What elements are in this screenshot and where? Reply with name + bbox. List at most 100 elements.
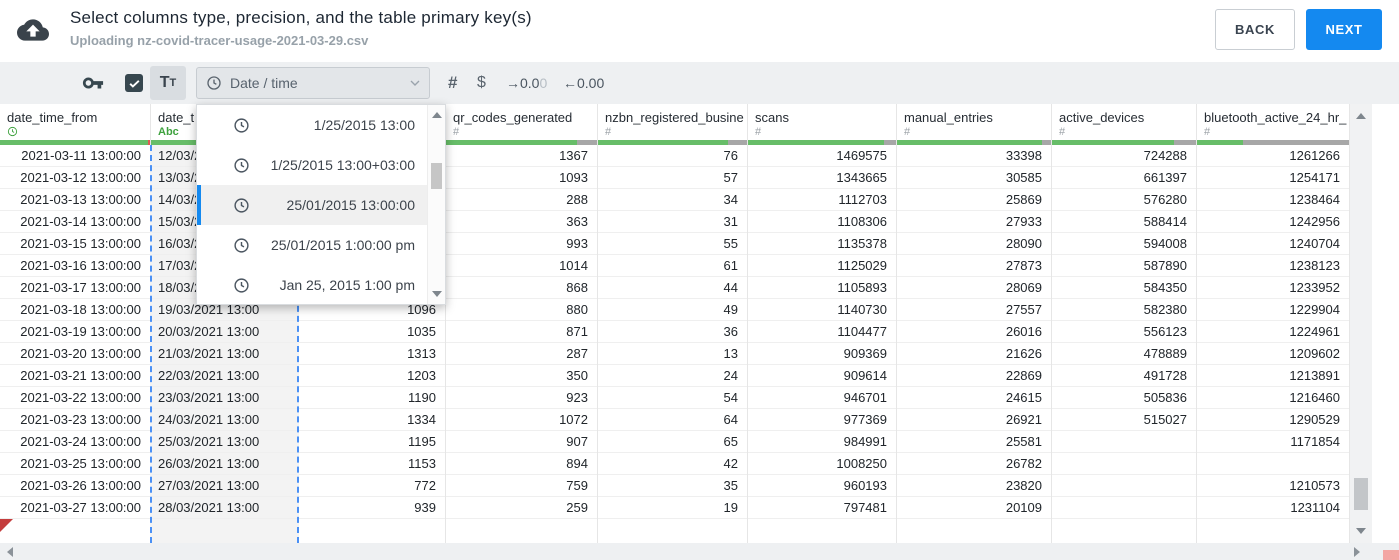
column-header[interactable]: nzbn_registered_busine #	[598, 104, 747, 140]
cell[interactable]: 984991	[748, 431, 896, 453]
column-header[interactable]: active_devices #	[1052, 104, 1196, 140]
cell[interactable]: 27873	[897, 255, 1051, 277]
cell[interactable]: 1261266	[1197, 145, 1349, 167]
next-button[interactable]: NEXT	[1306, 9, 1382, 50]
cell[interactable]	[299, 519, 445, 543]
cell[interactable]: 27557	[897, 299, 1051, 321]
cell[interactable]: 20/03/2021 13:00	[152, 321, 297, 343]
cell[interactable]: 1209602	[1197, 343, 1349, 365]
dropdown-option[interactable]: Jan 25, 2015 1:00 pm	[197, 265, 445, 305]
cell[interactable]	[1197, 453, 1349, 475]
cell[interactable]: 759	[446, 475, 597, 497]
cell[interactable]: 28/03/2021 13:00	[152, 497, 297, 519]
cell[interactable]: 1254171	[1197, 167, 1349, 189]
cell[interactable]: 24615	[897, 387, 1051, 409]
cell[interactable]	[748, 519, 896, 543]
cell[interactable]: 1290529	[1197, 409, 1349, 431]
cell[interactable]: 27/03/2021 13:00	[152, 475, 297, 497]
cell[interactable]: 1242956	[1197, 211, 1349, 233]
cell[interactable]: 287	[446, 343, 597, 365]
cell[interactable]: 57	[598, 167, 747, 189]
cell[interactable]	[1052, 453, 1196, 475]
cell[interactable]: 55	[598, 233, 747, 255]
cell[interactable]: 491728	[1052, 365, 1196, 387]
dropdown-scrollbar-thumb[interactable]	[431, 163, 442, 189]
currency-type-icon[interactable]: $	[477, 62, 486, 104]
cell[interactable]: 1238123	[1197, 255, 1349, 277]
cell[interactable]: 960193	[748, 475, 896, 497]
number-type-icon[interactable]: #	[448, 62, 457, 104]
cell[interactable]: 2021-03-11 13:00:00	[0, 145, 150, 167]
cell[interactable]: 26016	[897, 321, 1051, 343]
cell[interactable]: 22869	[897, 365, 1051, 387]
cell[interactable]	[446, 519, 597, 543]
cell[interactable]	[1052, 475, 1196, 497]
cell[interactable]: 1334	[299, 409, 445, 431]
cell[interactable]: 24	[598, 365, 747, 387]
cell[interactable]: 363	[446, 211, 597, 233]
column-manual_entries[interactable]: manual_entries #33398 30585 25869 27933 28090…	[897, 104, 1052, 543]
dropdown-scrollbar[interactable]	[427, 105, 445, 304]
cell[interactable]: 576280	[1052, 189, 1196, 211]
cell[interactable]: 25869	[897, 189, 1051, 211]
cell[interactable]: 1343665	[748, 167, 896, 189]
cell[interactable]: 65	[598, 431, 747, 453]
cell[interactable]: 772	[299, 475, 445, 497]
cell[interactable]: 2021-03-20 13:00:00	[0, 343, 150, 365]
cell[interactable]: 1072	[446, 409, 597, 431]
cell[interactable]: 505836	[1052, 387, 1196, 409]
dropdown-option[interactable]: 1/25/2015 13:00	[197, 105, 445, 145]
vertical-scrollbar[interactable]	[1350, 104, 1372, 543]
type-dropdown-button[interactable]: Date / time	[196, 67, 430, 99]
cell[interactable]: 1035	[299, 321, 445, 343]
cell[interactable]: 1203	[299, 365, 445, 387]
cell[interactable]: 2021-03-26 13:00:00	[0, 475, 150, 497]
cell[interactable]: 1229904	[1197, 299, 1349, 321]
cell[interactable]	[0, 519, 150, 543]
cell[interactable]: 582380	[1052, 299, 1196, 321]
cell[interactable]: 35	[598, 475, 747, 497]
cell[interactable]: 26782	[897, 453, 1051, 475]
cell[interactable]: 1233952	[1197, 277, 1349, 299]
cell[interactable]: 1469575	[748, 145, 896, 167]
cell[interactable]: 1313	[299, 343, 445, 365]
cell[interactable]: 588414	[1052, 211, 1196, 233]
cell[interactable]: 259	[446, 497, 597, 519]
cell[interactable]: 28069	[897, 277, 1051, 299]
cell[interactable]: 23820	[897, 475, 1051, 497]
cell[interactable]: 1190	[299, 387, 445, 409]
checkbox-checked-icon[interactable]	[125, 74, 143, 92]
cell[interactable]: 1216460	[1197, 387, 1349, 409]
cell[interactable]: 288	[446, 189, 597, 211]
scroll-down-arrow-icon[interactable]	[1356, 528, 1366, 534]
dropdown-scroll-up-icon[interactable]	[432, 112, 442, 118]
cell[interactable]: 2021-03-18 13:00:00	[0, 299, 150, 321]
cell[interactable]: 594008	[1052, 233, 1196, 255]
cell[interactable]: 1153	[299, 453, 445, 475]
cell[interactable]: 44	[598, 277, 747, 299]
cell[interactable]: 31	[598, 211, 747, 233]
cell[interactable]: 2021-03-27 13:00:00	[0, 497, 150, 519]
cell[interactable]: 1140730	[748, 299, 896, 321]
cell[interactable]	[152, 519, 297, 543]
cell[interactable]	[897, 519, 1051, 543]
cell[interactable]: 25581	[897, 431, 1051, 453]
decrease-decimal-button[interactable]: ←0.00	[563, 62, 604, 104]
cell[interactable]: 20109	[897, 497, 1051, 519]
cell[interactable]	[1052, 519, 1196, 543]
cell[interactable]: 939	[299, 497, 445, 519]
cell[interactable]: 26/03/2021 13:00	[152, 453, 297, 475]
cell[interactable]: 907	[446, 431, 597, 453]
column-header[interactable]: qr_codes_generated #	[446, 104, 597, 140]
cell[interactable]: 2021-03-24 13:00:00	[0, 431, 150, 453]
cell[interactable]: 1213891	[1197, 365, 1349, 387]
cell[interactable]: 13	[598, 343, 747, 365]
primary-key-icon[interactable]	[82, 62, 104, 104]
cell[interactable]: 2021-03-22 13:00:00	[0, 387, 150, 409]
cell[interactable]: 33398	[897, 145, 1051, 167]
column-active_devices[interactable]: active_devices #724288 661397 576280 588414 5…	[1052, 104, 1197, 543]
cell[interactable]: 946701	[748, 387, 896, 409]
cell[interactable]: 2021-03-13 13:00:00	[0, 189, 150, 211]
cell[interactable]: 1008250	[748, 453, 896, 475]
cell[interactable]: 2021-03-21 13:00:00	[0, 365, 150, 387]
